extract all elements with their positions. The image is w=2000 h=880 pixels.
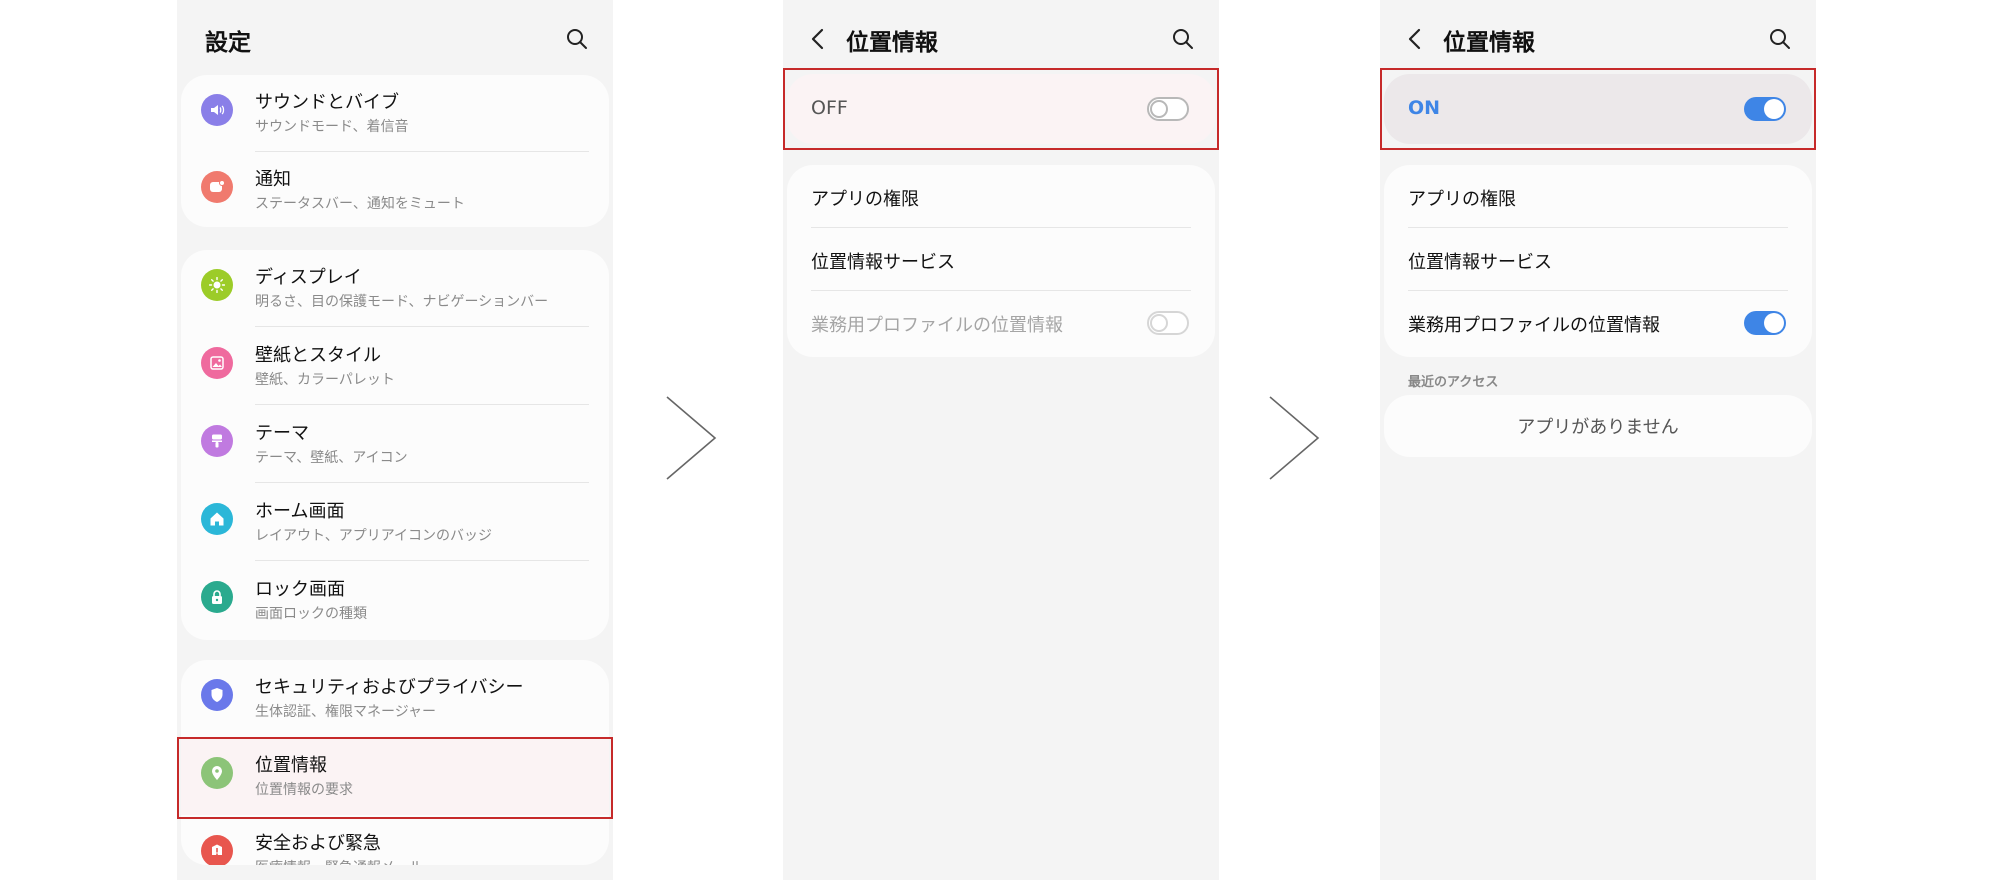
location-item-highlight bbox=[177, 737, 613, 819]
location-options-card: アプリの権限 位置情報サービス 業務用プロファイルの位置情報 bbox=[1384, 165, 1812, 357]
settings-item-wallpaper[interactable]: 壁紙とスタイル 壁紙、カラーパレット bbox=[181, 328, 609, 405]
settings-item-label: 通知 bbox=[255, 169, 291, 190]
divider bbox=[255, 560, 589, 561]
work-profile-location-item: 業務用プロファイルの位置情報 bbox=[787, 291, 1215, 354]
app-permissions-item[interactable]: アプリの権限 bbox=[1384, 165, 1812, 228]
settings-item-label: ディスプレイ bbox=[255, 267, 362, 288]
settings-screen: 設定 サウンドとバイブ サウンドモード、着信音 通知 ステータスバー、通知をミュ… bbox=[177, 0, 613, 880]
settings-item-subtitle: 画面ロックの種類 bbox=[255, 606, 367, 622]
location-services-label: 位置情報サービス bbox=[1408, 252, 1552, 273]
settings-item-home-screen[interactable]: ホーム画面 レイアウト、アプリアイコンのバッジ bbox=[181, 484, 609, 561]
settings-item-lock-screen[interactable]: ロック画面 画面ロックの種類 bbox=[181, 562, 609, 639]
notification-icon bbox=[201, 171, 233, 203]
search-icon[interactable] bbox=[1768, 27, 1792, 51]
settings-item-subtitle: サウンドモード、着信音 bbox=[255, 119, 409, 135]
settings-item-label: テーマ bbox=[255, 423, 309, 444]
location-options-card: アプリの権限 位置情報サービス 業務用プロファイルの位置情報 bbox=[787, 165, 1215, 357]
settings-item-subtitle: 壁紙、カラーパレット bbox=[255, 372, 395, 388]
page-title: 位置情報 bbox=[1443, 30, 1535, 56]
settings-item-subtitle: 生体認証、権限マネージャー bbox=[255, 704, 437, 720]
work-profile-location-label: 業務用プロファイルの位置情報 bbox=[1408, 315, 1660, 336]
sun-icon bbox=[201, 269, 233, 301]
work-profile-location-toggle bbox=[1147, 311, 1189, 335]
location-services-item[interactable]: 位置情報サービス bbox=[787, 228, 1215, 291]
back-arrow-icon[interactable] bbox=[807, 26, 829, 52]
settings-item-notifications[interactable]: 通知 ステータスバー、通知をミュート bbox=[181, 152, 609, 227]
settings-item-security[interactable]: セキュリティおよびプライバシー 生体認証、権限マネージャー bbox=[181, 660, 609, 737]
work-profile-location-toggle[interactable] bbox=[1744, 311, 1786, 335]
work-profile-location-item[interactable]: 業務用プロファイルの位置情報 bbox=[1384, 291, 1812, 354]
settings-item-subtitle: レイアウト、アプリアイコンのバッジ bbox=[255, 528, 493, 544]
settings-item-subtitle: 医療情報、緊急通報メール bbox=[255, 857, 423, 865]
settings-item-theme[interactable]: テーマ テーマ、壁紙、アイコン bbox=[181, 406, 609, 483]
settings-header: 設定 bbox=[177, 0, 613, 78]
settings-item-subtitle: ステータスバー、通知をミュート bbox=[255, 196, 465, 212]
location-services-label: 位置情報サービス bbox=[811, 252, 955, 273]
divider bbox=[255, 326, 589, 327]
toggle-knob bbox=[1764, 313, 1784, 333]
settings-item-label: セキュリティおよびプライバシー bbox=[255, 677, 524, 698]
search-icon[interactable] bbox=[1171, 27, 1195, 51]
divider bbox=[255, 404, 589, 405]
master-switch-highlight bbox=[783, 68, 1219, 150]
recent-access-card: アプリがありません bbox=[1384, 395, 1812, 457]
chevron-right-icon bbox=[663, 373, 723, 503]
back-arrow-icon[interactable] bbox=[1404, 26, 1426, 52]
chevron-right-icon bbox=[1266, 373, 1326, 503]
master-switch-highlight bbox=[1380, 68, 1816, 150]
page-title: 設定 bbox=[205, 30, 251, 56]
speaker-icon bbox=[201, 94, 233, 126]
search-icon[interactable] bbox=[565, 27, 589, 51]
settings-group-sound-notification: サウンドとバイブ サウンドモード、着信音 通知 ステータスバー、通知をミュート bbox=[181, 75, 609, 227]
image-icon bbox=[201, 347, 233, 379]
recent-access-heading: 最近のアクセス bbox=[1408, 375, 1499, 390]
settings-item-label: ロック画面 bbox=[255, 579, 345, 600]
shield-icon bbox=[201, 679, 233, 711]
page-title: 位置情報 bbox=[846, 30, 938, 56]
location-header: 位置情報 bbox=[783, 0, 1219, 78]
location-screen-on: 位置情報 ON アプリの権限 位置情報サービス 業務用プロファイルの位置情報 最… bbox=[1380, 0, 1816, 880]
app-permissions-item[interactable]: アプリの権限 bbox=[787, 165, 1215, 228]
work-profile-location-label: 業務用プロファイルの位置情報 bbox=[811, 315, 1063, 336]
home-icon bbox=[201, 503, 233, 535]
app-permissions-label: アプリの権限 bbox=[811, 189, 919, 210]
settings-item-safety-emergency[interactable]: 安全および緊急 医療情報、緊急通報メール bbox=[181, 816, 609, 865]
location-services-item[interactable]: 位置情報サービス bbox=[1384, 228, 1812, 291]
settings-group-display: ディスプレイ 明るさ、目の保護モード、ナビゲーションバー 壁紙とスタイル 壁紙、… bbox=[181, 250, 609, 640]
lock-icon bbox=[201, 581, 233, 613]
no-apps-message: アプリがありません bbox=[1517, 417, 1679, 438]
settings-item-label: 壁紙とスタイル bbox=[255, 345, 381, 366]
settings-item-label: 安全および緊急 bbox=[255, 833, 381, 854]
settings-item-subtitle: テーマ、壁紙、アイコン bbox=[255, 450, 408, 466]
settings-item-label: ホーム画面 bbox=[255, 501, 345, 522]
settings-item-display[interactable]: ディスプレイ 明るさ、目の保護モード、ナビゲーションバー bbox=[181, 250, 609, 327]
settings-item-subtitle: 明るさ、目の保護モード、ナビゲーションバー bbox=[255, 294, 549, 310]
toggle-knob bbox=[1150, 314, 1168, 332]
app-permissions-label: アプリの権限 bbox=[1408, 189, 1516, 210]
divider bbox=[255, 482, 589, 483]
brush-icon bbox=[201, 425, 233, 457]
location-screen-off: 位置情報 OFF アプリの権限 位置情報サービス 業務用プロファイルの位置情報 bbox=[783, 0, 1219, 880]
alert-icon bbox=[201, 835, 233, 865]
location-header: 位置情報 bbox=[1380, 0, 1816, 78]
settings-item-sound[interactable]: サウンドとバイブ サウンドモード、着信音 bbox=[181, 75, 609, 152]
settings-item-label: サウンドとバイブ bbox=[255, 92, 399, 113]
